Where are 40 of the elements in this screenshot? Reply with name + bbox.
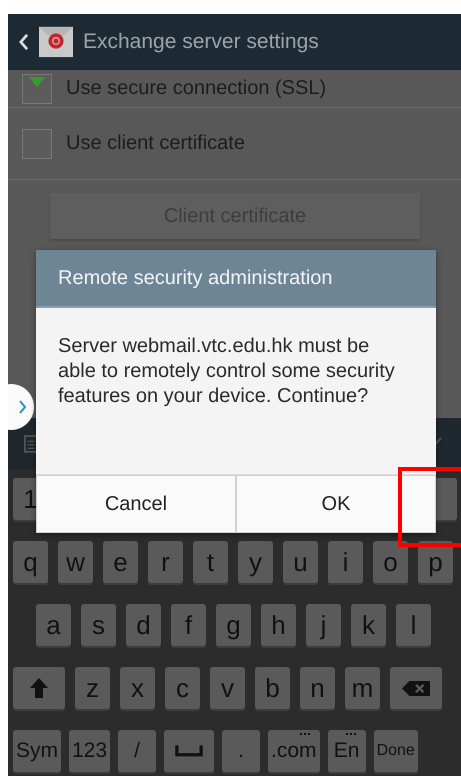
keyboard-key[interactable]: / [118, 730, 156, 772]
keyboard-key[interactable]: v [210, 667, 245, 709]
keyboard-key[interactable]: 123 [69, 730, 110, 772]
keyboard-key[interactable]: q [13, 541, 48, 583]
dialog-button[interactable]: Cancel [36, 475, 236, 533]
keyboard-key[interactable]: g [216, 604, 251, 646]
keyboard-key[interactable]: l [396, 604, 431, 646]
keyboard-key[interactable]: En [328, 730, 366, 772]
keyboard-key[interactable]: r [148, 541, 183, 583]
keyboard-key[interactable]: .com [268, 730, 320, 772]
keyboard-key[interactable]: z [75, 667, 110, 709]
keyboard-key[interactable]: u [283, 541, 318, 583]
keyboard-key[interactable]: h [261, 604, 296, 646]
keyboard-key[interactable]: . [222, 730, 260, 772]
keyboard-key[interactable]: m [345, 667, 380, 709]
setting-label: Use client certificate [66, 132, 245, 155]
setting-label: Use secure connection (SSL) [66, 77, 326, 100]
keyboard-key[interactable]: c [165, 667, 200, 709]
keyboard-key[interactable]: f [171, 604, 206, 646]
keyboard-key[interactable]: p [418, 541, 453, 583]
keyboard-key[interactable]: t [193, 541, 228, 583]
keyboard-key[interactable]: a [36, 604, 71, 646]
dialog-message: Server webmail.vtc.edu.hk must be able to remotely control some security features on your device. Continue? [58, 334, 396, 409]
keyboard-key[interactable]: b [255, 667, 290, 709]
dialog-title: Remote security administration [36, 250, 436, 308]
keyboard-key[interactable]: e [103, 541, 138, 583]
keyboard-key[interactable]: Sym [13, 730, 61, 772]
dialog-button[interactable]: OK [236, 475, 436, 533]
screen-title: Exchange server settings [83, 30, 319, 54]
done-key[interactable]: Done [374, 730, 418, 772]
keyboard-key[interactable]: x [120, 667, 155, 709]
keyboard-key[interactable]: j [306, 604, 341, 646]
keyboard-key[interactable]: i [328, 541, 363, 583]
keyboard-key[interactable]: o [373, 541, 408, 583]
keyboard-key[interactable]: n [300, 667, 335, 709]
keyboard-key[interactable]: s [81, 604, 116, 646]
keyboard-key[interactable]: d [126, 604, 161, 646]
keyboard-key[interactable]: y [238, 541, 273, 583]
keyboard-key[interactable]: w [58, 541, 93, 583]
keyboard-key[interactable]: k [351, 604, 386, 646]
